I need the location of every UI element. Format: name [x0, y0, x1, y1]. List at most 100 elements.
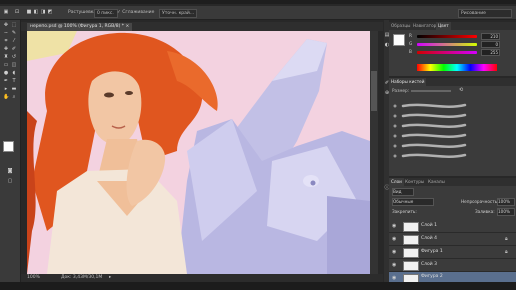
layer-name: Слой 4 — [421, 236, 437, 241]
eraser-tool-icon[interactable]: ▭ — [3, 62, 9, 68]
layer-row[interactable]: ◉ Слой 1 — [389, 220, 516, 233]
channel-g-label: G — [409, 41, 413, 46]
subtract-selection-icon[interactable]: ◨ — [40, 9, 46, 15]
tab-navigator[interactable]: Навигатор — [411, 22, 438, 30]
color-panel-tabs: Образцы Навигатор Цвет — [389, 22, 516, 30]
brush-tool-icon[interactable]: ✐ — [11, 46, 17, 52]
layer-thumbnail — [403, 235, 419, 245]
artwork-illustration — [27, 31, 370, 274]
document-tab[interactable]: нерепо.psd @ 100% (Фигура 1, RGB/8) * × — [27, 23, 133, 31]
color-spectrum-bar[interactable] — [417, 64, 497, 71]
layer-thumbnail — [403, 222, 419, 232]
layer-name: Фигура 2 — [421, 274, 443, 279]
intersect-selection-icon[interactable]: ◩ — [47, 9, 53, 15]
channel-b-value[interactable]: 255 — [481, 49, 500, 56]
brush-stroke-list[interactable] — [389, 100, 516, 176]
foreground-color-swatch[interactable] — [3, 141, 14, 152]
status-bar: 100% Док: 3,43M/30,1M ▸ — [21, 274, 383, 282]
channel-b-slider[interactable] — [417, 51, 477, 54]
tools-panel: ✥ ⬚ ∽ ✎ ⌗ ⁄ ✚ ✐ ♜ ↺ ▭ ◫ ● ◖ ✒ T ▸ ▬ ✋ ⌕ … — [0, 20, 21, 282]
blur-tool-icon[interactable]: ● — [3, 70, 9, 76]
gradient-tool-icon[interactable]: ◫ — [11, 62, 17, 68]
layer-thumbnail — [403, 248, 419, 258]
crop-tool-icon[interactable]: ⌗ — [3, 38, 9, 44]
channel-g-value[interactable]: 0 — [481, 41, 500, 48]
channel-r-slider[interactable] — [417, 35, 477, 38]
move-tool-icon[interactable]: ✥ — [3, 22, 9, 28]
healing-tool-icon[interactable]: ✚ — [3, 46, 9, 52]
zoom-tool-icon[interactable]: ⌕ — [11, 94, 17, 100]
fill-input[interactable]: 100% — [497, 208, 515, 216]
blend-mode-select[interactable]: Обычные — [392, 198, 434, 206]
new-selection-icon[interactable]: ■ — [26, 9, 32, 15]
opacity-label: Непрозрачность: — [461, 199, 499, 204]
layer-name: Слой 3 — [421, 262, 437, 267]
quick-select-tool-icon[interactable]: ✎ — [11, 30, 17, 36]
tab-paths[interactable]: Контуры — [403, 178, 426, 186]
layers-panel-tabs: Слои Контуры Каналы — [389, 178, 516, 186]
anti-alias-checkbox-label[interactable]: ✓ Сглаживание — [117, 9, 154, 16]
tab-brush-presets[interactable]: Наборы кистей — [389, 78, 427, 86]
document-canvas[interactable] — [27, 31, 370, 274]
eyedropper-tool-icon[interactable]: ⁄ — [11, 38, 17, 44]
scrollbar-thumb[interactable] — [371, 71, 377, 111]
visibility-eye-icon[interactable]: ◉ — [392, 275, 398, 281]
workspace-switcher[interactable]: Рисование — [458, 9, 512, 18]
status-menu-arrow-icon[interactable]: ▸ — [109, 274, 111, 282]
document-size: Док: 3,43M/30,1M — [61, 275, 103, 280]
lock-label: Закрепить: — [392, 209, 417, 214]
brush-presets-panel: Наборы кистей Размер: ⟲ — [389, 78, 516, 176]
pen-tool-icon[interactable]: ✒ — [3, 78, 9, 84]
zoom-level[interactable]: 100% — [27, 274, 40, 282]
channel-r-value[interactable]: 210 — [481, 33, 500, 40]
color-foreground-swatch[interactable] — [393, 34, 405, 46]
path-select-tool-icon[interactable]: ▸ — [3, 86, 9, 92]
layer-row[interactable]: ◉ Слой 4 🔒︎ — [389, 233, 516, 246]
menu-bar — [0, 0, 516, 4]
brush-reset-icon[interactable]: ⟲ — [459, 87, 463, 93]
opacity-input[interactable]: 100% — [497, 198, 515, 206]
tab-layers[interactable]: Слои — [389, 178, 404, 186]
tab-channels[interactable]: Каналы — [426, 178, 447, 186]
type-tool-icon[interactable]: T — [11, 78, 17, 84]
visibility-eye-icon[interactable]: ◉ — [392, 262, 398, 268]
canvas-vertical-scrollbar[interactable] — [370, 31, 378, 274]
visibility-eye-icon[interactable]: ◉ — [392, 249, 398, 255]
channel-g-slider[interactable] — [417, 43, 477, 46]
layer-thumbnail — [403, 261, 419, 271]
tool-preset-icon[interactable]: ⊡ — [14, 9, 20, 15]
layer-kind-filter[interactable]: Вид — [392, 188, 414, 196]
clone-stamp-tool-icon[interactable]: ♜ — [3, 54, 9, 60]
lasso-tool-icon[interactable]: ∽ — [3, 30, 9, 36]
marquee-tool-icon[interactable]: ⬚ — [11, 22, 17, 28]
screen-mode-icon[interactable]: ▢ — [7, 178, 13, 184]
visibility-eye-icon[interactable]: ◉ — [392, 223, 398, 229]
channel-b-label: B — [409, 49, 412, 54]
history-brush-tool-icon[interactable]: ↺ — [11, 54, 17, 60]
tab-swatches[interactable]: Образцы — [389, 22, 413, 30]
taskbar-strip — [0, 282, 516, 290]
anti-alias-label: Сглаживание — [122, 10, 155, 15]
channel-r-label: R — [409, 33, 412, 38]
dodge-tool-icon[interactable]: ◖ — [11, 70, 17, 76]
ps-logo-icon: ▣ — [3, 9, 9, 15]
add-selection-icon[interactable]: ◧ — [33, 9, 39, 15]
fill-label: Заливка: — [475, 209, 495, 214]
lock-icon: 🔒︎ — [505, 249, 508, 255]
feather-input[interactable]: 0 пикс. — [94, 9, 118, 18]
document-tab-title: нерепо.psd @ 100% (Фигура 1, RGB/8) * — [30, 24, 125, 29]
refine-edge-button[interactable]: Уточн. край... — [159, 9, 198, 18]
shape-tool-icon[interactable]: ▬ — [11, 86, 17, 92]
tab-color[interactable]: Цвет — [436, 22, 451, 30]
visibility-eye-icon[interactable]: ◉ — [392, 236, 398, 242]
layer-row[interactable]: ◉ Фигура 1 🔒︎ — [389, 246, 516, 259]
layer-row[interactable]: ◉ Слой 3 — [389, 259, 516, 272]
hand-tool-icon[interactable]: ✋ — [3, 94, 9, 100]
quick-mask-icon[interactable]: ◙ — [7, 168, 13, 174]
brush-size-label: Размер: — [392, 88, 410, 93]
brush-panel-tabs: Наборы кистей — [389, 78, 516, 86]
brush-size-slider[interactable] — [411, 90, 451, 92]
lock-icon: 🔒︎ — [505, 236, 508, 242]
layer-name: Слой 1 — [421, 223, 437, 228]
close-tab-icon[interactable]: × — [125, 24, 129, 29]
